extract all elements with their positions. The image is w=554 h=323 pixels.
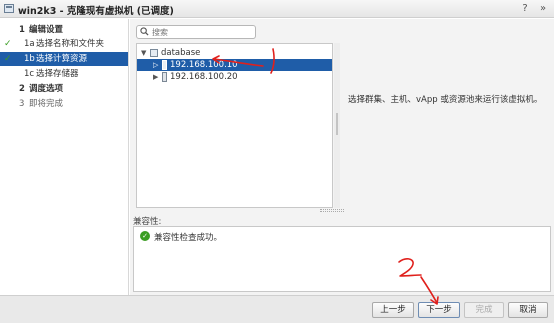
expand-right-icon[interactable]: ▷: [153, 59, 158, 71]
nav-step-schedule-options[interactable]: 2 调度选项: [0, 82, 128, 96]
search-input[interactable]: [152, 27, 252, 38]
check-icon: ✓: [4, 39, 12, 49]
cancel-button[interactable]: 取消: [508, 302, 548, 318]
resource-tree: ▼ database ▷ 192.168.100.10 ▶ 192.168.10…: [136, 43, 333, 208]
expand-right-icon[interactable]: ▶: [153, 71, 158, 83]
step-number: 3: [19, 99, 25, 109]
nav-step-ready-to-complete[interactable]: 3 即将完成: [0, 97, 128, 111]
title-bar: win2k3 - 克隆现有虚拟机 (已调度) ? »: [0, 0, 554, 18]
step-number: 1: [19, 25, 25, 35]
compatibility-message: 兼容性检查成功。: [154, 233, 223, 243]
tree-node-label: database: [161, 48, 201, 58]
nav-step-name-folder[interactable]: ✓ 1a 选择名称和文件夹: [0, 37, 128, 51]
next-button[interactable]: 下一步: [418, 302, 460, 318]
step-label: 选择名称和文件夹: [36, 39, 105, 49]
info-panel: 选择群集、主机、vApp 或资源池来运行该虚拟机。: [340, 43, 548, 208]
tree-node-datacenter[interactable]: ▼ database: [137, 47, 332, 59]
step-number: 1b: [24, 54, 35, 64]
compatibility-panel: ✓ 兼容性检查成功。: [133, 226, 551, 292]
host-icon: [162, 60, 167, 70]
wizard-steps-nav: 1 编辑设置 ✓ 1a 选择名称和文件夹 ✓ 1b 选择计算资源 1c 选择存储…: [0, 19, 129, 295]
info-text: 选择群集、主机、vApp 或资源池来运行该虚拟机。: [348, 95, 543, 105]
step-label: 编辑设置: [29, 25, 64, 35]
vm-window-icon: [4, 4, 14, 13]
host-icon: [162, 72, 167, 82]
search-icon: [140, 27, 149, 36]
datacenter-icon: [150, 49, 158, 57]
wizard-footer: 上一步 下一步 完成 取消: [0, 295, 554, 323]
nav-step-storage[interactable]: 1c 选择存储器: [0, 67, 128, 81]
nav-step-compute-resource[interactable]: ✓ 1b 选择计算资源: [0, 52, 128, 66]
tree-node-host-1[interactable]: ▷ 192.168.100.10: [137, 59, 332, 71]
search-box[interactable]: [136, 25, 256, 39]
success-icon: ✓: [140, 231, 150, 241]
collapse-button[interactable]: »: [536, 2, 550, 15]
step-number: 1a: [24, 39, 35, 49]
step-label: 选择存储器: [36, 69, 79, 79]
window-title: win2k3 - 克隆现有虚拟机 (已调度): [18, 6, 174, 17]
nav-step-edit-settings[interactable]: 1 编辑设置: [0, 23, 128, 37]
step-label: 调度选项: [29, 84, 64, 94]
step-label: 即将完成: [29, 99, 64, 109]
tree-node-label: 192.168.100.20: [170, 72, 238, 82]
step-number: 1c: [24, 69, 35, 79]
step-number: 2: [19, 84, 25, 94]
check-icon: ✓: [4, 54, 12, 64]
main-panel: ▼ database ▷ 192.168.100.10 ▶ 192.168.10…: [130, 19, 554, 295]
help-button[interactable]: ?: [518, 2, 532, 15]
step-label: 选择计算资源: [36, 54, 88, 64]
horizontal-splitter[interactable]: [320, 209, 344, 212]
splitter-grip[interactable]: [336, 113, 338, 135]
tree-node-host-2[interactable]: ▶ 192.168.100.20: [137, 71, 332, 83]
expand-down-icon[interactable]: ▼: [141, 47, 146, 59]
finish-button[interactable]: 完成: [464, 302, 504, 318]
tree-node-label: 192.168.100.10: [170, 60, 238, 70]
back-button[interactable]: 上一步: [372, 302, 414, 318]
